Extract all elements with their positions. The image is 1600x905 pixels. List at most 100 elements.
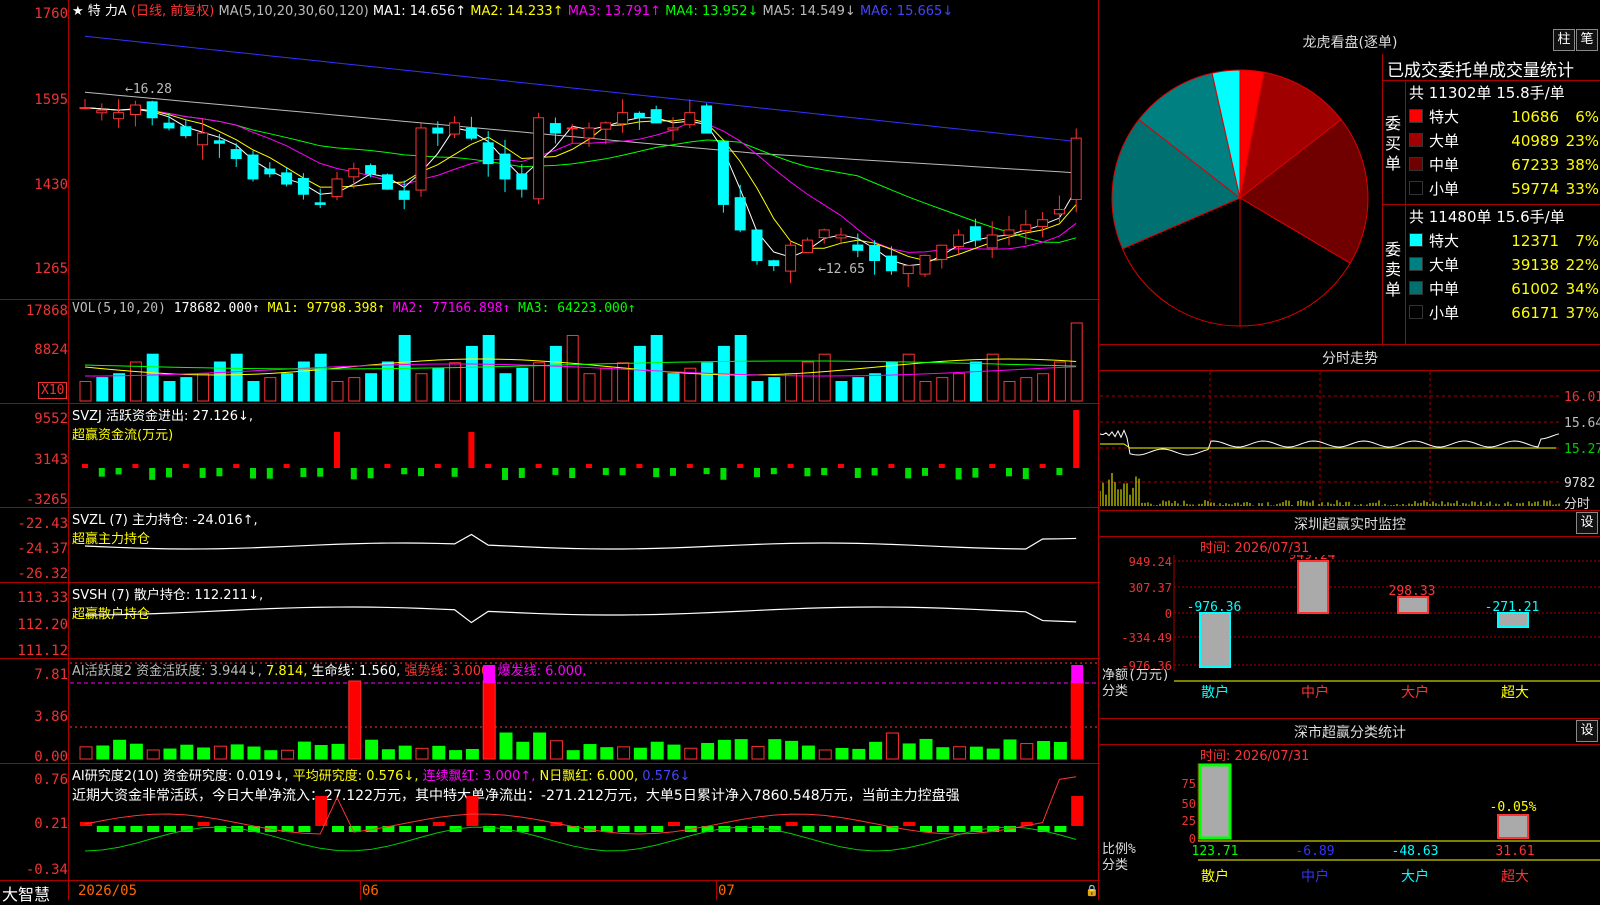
- svsh-chart[interactable]: [70, 583, 1098, 658]
- ai-active-bar: [835, 747, 849, 760]
- ai-active-axis-1: 7.81: [34, 667, 68, 683]
- volume-bar: [768, 377, 781, 402]
- ai-active-bar: [583, 744, 597, 760]
- ai-active-bar: [986, 748, 1000, 760]
- ai-research-red-line: [84, 776, 1077, 835]
- ai-active-bar: [180, 744, 194, 760]
- ai-research-bar: [130, 826, 143, 832]
- candle-body: [1070, 137, 1082, 201]
- svzj-bar: [250, 468, 256, 479]
- volume-bar: [230, 353, 243, 402]
- ma3-line: [84, 107, 1077, 253]
- svzl-chart[interactable]: [70, 508, 1098, 582]
- sell-type: 小单: [1429, 304, 1460, 322]
- sell-count: 12371: [1511, 232, 1559, 250]
- sz-stats-chart[interactable]: 7550250-0.05%123.71 -6.89 -48.63 31.61散户 中户大…: [1100, 763, 1600, 900]
- sz-monitor-chart[interactable]: 949.24307.370-334.49-976.36-976.36949.24…: [1100, 555, 1600, 715]
- ai-active-bar: [919, 738, 933, 760]
- ai-research-bar: [399, 826, 412, 832]
- svzj-bar: [552, 468, 559, 475]
- sz-stats-class: 分类: [1102, 858, 1128, 873]
- sz-stats-category: 中户: [1301, 868, 1329, 885]
- candle-body: [583, 127, 595, 139]
- buy-orders-label: 委买单: [1385, 114, 1402, 173]
- star-icon[interactable]: ★: [72, 4, 84, 19]
- ai-active-bar: [617, 746, 631, 760]
- ai-active-chart[interactable]: [70, 659, 1098, 763]
- bar-mode-button[interactable]: 柱: [1553, 29, 1575, 51]
- ai-active-bar: [247, 746, 261, 760]
- sell-row: 特大 12371 7%: [1409, 230, 1599, 251]
- legend-swatch: [1409, 257, 1423, 271]
- date-label-may: 2026/05: [78, 883, 138, 899]
- ai-active-bar: [331, 743, 345, 760]
- main-chart-area[interactable]: ★ 特 力A (日线, 前复权) MA(5,10,20,30,60,120) M…: [0, 0, 1100, 904]
- candle-body: [314, 202, 326, 205]
- volume-bar: [264, 377, 277, 402]
- candle-body: [549, 123, 561, 134]
- ai-research-bar: [617, 826, 630, 832]
- volume-bar: [381, 361, 394, 402]
- ai-active-bar: [600, 747, 614, 760]
- sell-type: 大单: [1429, 256, 1460, 274]
- volume-bar: [751, 381, 764, 402]
- svzj-bar: [216, 468, 223, 477]
- volume-bar: [415, 373, 428, 402]
- svzj-bar: [888, 464, 895, 468]
- ma6-line: [84, 35, 1077, 142]
- chart-mode: (日线, 前复权): [130, 4, 215, 19]
- sz-stats-settings-button[interactable]: 设: [1576, 720, 1598, 742]
- volume-bar: [432, 367, 445, 402]
- volume-bar: [936, 377, 949, 402]
- legend-swatch: [1409, 133, 1423, 147]
- candle-body: [852, 244, 864, 251]
- ai-active-bar: [801, 745, 815, 760]
- svsh-axis-3: 111.12: [17, 643, 68, 659]
- svsh-axis-2: 112.20: [17, 617, 68, 633]
- volume-chart[interactable]: [70, 315, 1098, 403]
- volume-bar: [986, 353, 999, 402]
- ai-research-axis-2: 0.21: [34, 816, 68, 832]
- sz-monitor-settings-button[interactable]: 设: [1576, 512, 1598, 534]
- ai-active-bar: [1003, 739, 1017, 760]
- candle-body: [113, 112, 125, 120]
- candle-body: [1037, 219, 1049, 228]
- tick-mode-button[interactable]: 笔: [1576, 29, 1598, 51]
- ai-research-bar: [936, 826, 949, 832]
- ai-research-bar: [147, 826, 160, 832]
- sell-row: 大单 39138 22%: [1409, 254, 1599, 275]
- intraday-chart[interactable]: [1100, 372, 1562, 508]
- svzj-chart[interactable]: [70, 404, 1098, 506]
- ai-active-bar: [281, 749, 295, 760]
- volume-bar: [633, 345, 646, 402]
- buy-row: 大单 40989 23%: [1409, 130, 1599, 151]
- volume-bar: [549, 345, 562, 402]
- ai-research-bar: [332, 826, 344, 832]
- volume-bar: [533, 362, 546, 402]
- svzj-bar: [619, 468, 626, 476]
- svzj-axis-3: -3265: [25, 492, 68, 508]
- ai-active-bar: [936, 747, 950, 760]
- price-chart[interactable]: [70, 18, 1098, 298]
- candle-body: [516, 173, 528, 190]
- ai-active-bar: [499, 732, 513, 760]
- svzj-bar: [804, 468, 811, 477]
- volume-bar: [650, 334, 663, 402]
- ai-active-bar: [297, 741, 311, 760]
- order-pie-chart[interactable]: [1110, 60, 1380, 336]
- svzj-bar: [922, 468, 928, 476]
- sell-count: 66171: [1511, 304, 1559, 322]
- candle-body: [902, 265, 914, 275]
- candle-body: [1003, 229, 1015, 236]
- ai-research-chart[interactable]: [70, 764, 1098, 880]
- sell-count: 39138: [1511, 256, 1559, 274]
- lock-icon[interactable]: 🔒: [1085, 884, 1099, 897]
- volume-bar: [902, 353, 915, 402]
- volume-bar: [583, 373, 596, 402]
- ai-active-bar: [79, 746, 93, 760]
- sz-stats-bar-label: -48.63: [1392, 844, 1439, 859]
- svzj-bar: [199, 468, 206, 478]
- candle-body: [398, 190, 410, 200]
- sz-stats-bar-label: 31.61: [1495, 844, 1534, 859]
- volume-bar: [197, 373, 210, 402]
